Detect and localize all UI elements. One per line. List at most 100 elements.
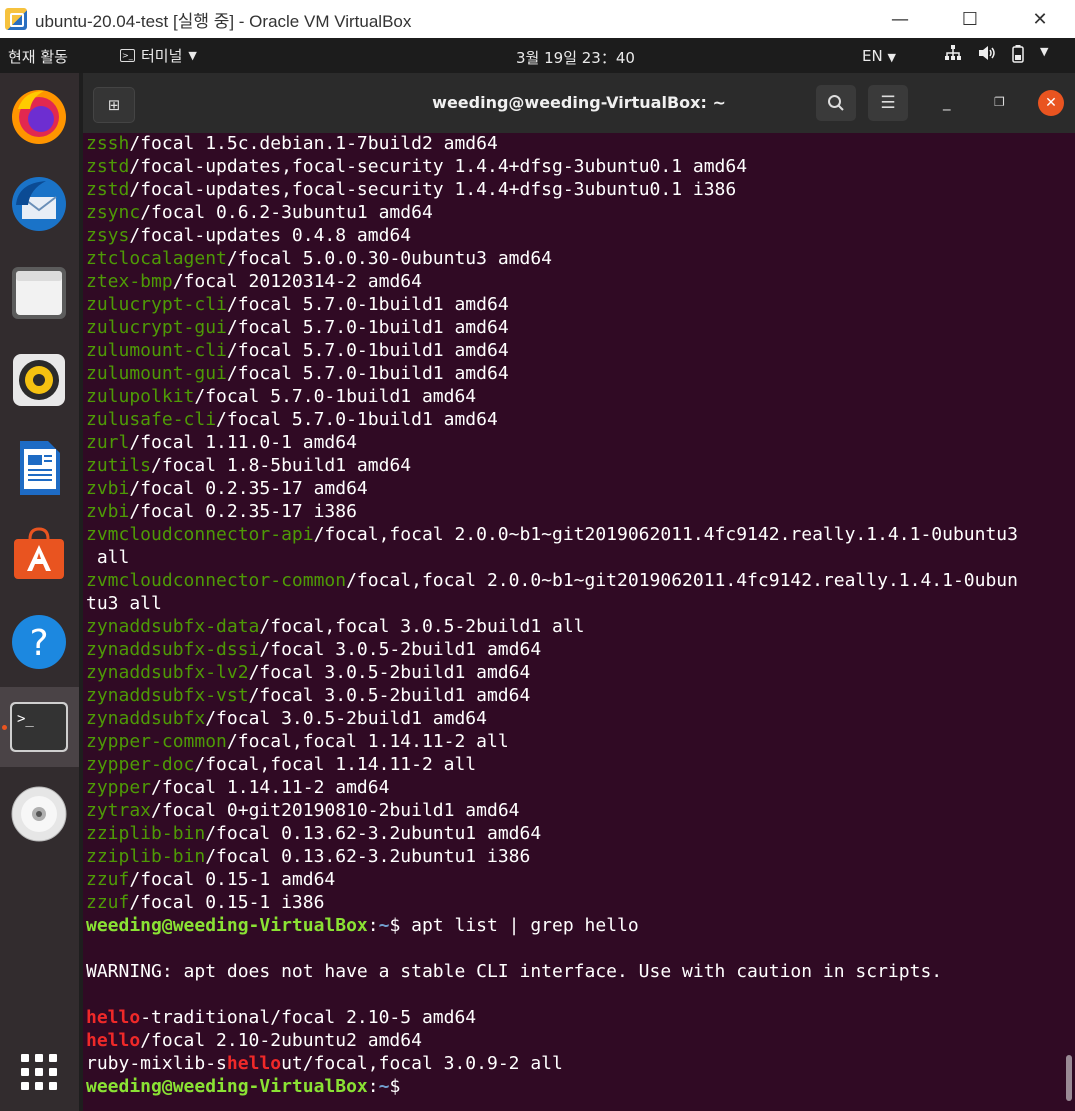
close-button[interactable]: ✕ — [1005, 0, 1075, 38]
clock-button[interactable]: 3월 19일 23：40 — [516, 47, 635, 68]
package-details: /focal,focal 2.0.0~b1~git2019062011.4fc9… — [313, 524, 1018, 545]
package-details: /focal 0.13.62-3.2ubuntu1 i386 — [205, 846, 531, 867]
package-name: zstd — [86, 156, 130, 177]
package-name: zurl — [86, 432, 130, 453]
output-line: zziplib-bin/focal 0.13.62-3.2ubuntu1 amd… — [86, 822, 1018, 845]
package-details-wrap: all — [86, 547, 130, 568]
search-button[interactable] — [816, 85, 856, 121]
terminal-output[interactable]: zssh/focal 1.5c.debian.1-7build2 amd64 zs… — [83, 133, 1075, 1111]
package-name: ztclocalagent — [86, 248, 227, 269]
app-menu-label: 터미널 — [141, 47, 183, 65]
chevron-down-icon: ▼ — [188, 49, 197, 62]
package-details: /focal 1.11.0-1 amd64 — [129, 432, 357, 453]
output-line: zulumount-gui/focal 5.7.0-1build1 amd64 — [86, 362, 1018, 385]
terminal-scrollbar[interactable] — [1066, 1055, 1072, 1101]
chevron-down-icon: ▼ — [1040, 45, 1049, 58]
prompt-line: weeding@weeding-VirtualBox:~$ apt list |… — [86, 914, 1018, 937]
dvd-icon[interactable] — [8, 783, 70, 845]
output-line: ztclocalagent/focal 5.0.0.30-0ubuntu3 am… — [86, 247, 1018, 270]
package-name: zsys — [86, 225, 130, 246]
package-name: zynaddsubfx — [86, 708, 206, 729]
dock: ? >_ — [0, 73, 79, 1111]
package-name: zzuf — [86, 892, 130, 913]
output-line: zulusafe-cli/focal 5.7.0-1build1 amd64 — [86, 408, 1018, 431]
package-details: /focal 3.0.5-2build1 amd64 — [248, 662, 531, 683]
package-details: /focal 5.0.0.30-0ubuntu3 amd64 — [226, 248, 552, 269]
output-line: zvbi/focal 0.2.35-17 i386 — [86, 500, 1018, 523]
minimize-window-button[interactable]: _ — [943, 93, 951, 111]
menu-button[interactable]: ☰ — [868, 85, 908, 121]
activities-button[interactable]: 현재 활동 — [8, 46, 68, 67]
show-apps-icon[interactable] — [8, 1041, 70, 1103]
prompt-user: weeding@weeding-VirtualBox — [86, 1076, 368, 1097]
package-name: zutils — [86, 455, 152, 476]
terminal-small-icon: >_ — [120, 49, 135, 62]
package-details: /focal,focal 1.14.11-2 all — [194, 754, 477, 775]
output-line: zynaddsubfx-lv2/focal 3.0.5-2build1 amd6… — [86, 661, 1018, 684]
package-details: /focal 0+git20190810-2build1 amd64 — [151, 800, 520, 821]
output-line: zvmcloudconnector-common/focal,focal 2.0… — [86, 569, 1018, 592]
output-line: zsys/focal-updates 0.4.8 amd64 — [86, 224, 1018, 247]
system-menu-button[interactable]: ▼ — [944, 45, 1048, 67]
package-details: /focal 5.7.0-1build1 amd64 — [226, 317, 509, 338]
software-icon[interactable] — [8, 523, 70, 585]
package-details: /focal 3.0.5-2build1 amd64 — [205, 708, 487, 729]
package-name: zsync — [86, 202, 141, 223]
package-name: zynaddsubfx-data — [86, 616, 260, 637]
package-details: /focal 5.7.0-1build1 amd64 — [226, 363, 509, 384]
files-icon[interactable] — [8, 261, 70, 323]
output-line: zulumount-cli/focal 5.7.0-1build1 amd64 — [86, 339, 1018, 362]
terminal-lines: zssh/focal 1.5c.debian.1-7build2 amd64 zs… — [86, 133, 1018, 1098]
host-window-title: ubuntu-20.04-test [실행 중] - Oracle VM Vir… — [35, 11, 412, 31]
gnome-top-bar: 현재 활동 >_ 터미널 ▼ 3월 19일 23：40 EN ▼ ▼ — [0, 38, 1075, 73]
terminal-icon[interactable]: >_ — [8, 696, 70, 758]
package-details: /focal 5.7.0-1build1 amd64 — [226, 294, 509, 315]
output-line: zynaddsubfx-dssi/focal 3.0.5-2build1 amd… — [86, 638, 1018, 661]
writer-icon[interactable] — [8, 437, 70, 499]
output-line: zynaddsubfx-vst/focal 3.0.5-2build1 amd6… — [86, 684, 1018, 707]
package-name: zypper-doc — [86, 754, 195, 775]
svg-text:>_: >_ — [17, 711, 34, 727]
network-icon — [944, 45, 962, 67]
result-suffix: ut/focal,focal 3.0.9-2 all — [281, 1053, 563, 1074]
input-method-button[interactable]: EN ▼ — [862, 47, 896, 65]
package-name: zynaddsubfx-vst — [86, 685, 249, 706]
package-name: ztex-bmp — [86, 271, 173, 292]
result-prefix: ruby-mixlib-s — [86, 1053, 227, 1074]
help-icon[interactable]: ? — [8, 611, 70, 673]
package-name: zulumount-gui — [86, 363, 227, 384]
battery-icon — [1012, 45, 1024, 67]
package-details: /focal 20120314-2 amd64 — [172, 271, 422, 292]
package-details: /focal 0.15-1 i386 — [129, 892, 325, 913]
grep-match: hello — [86, 1007, 141, 1028]
output-line: zypper/focal 1.14.11-2 amd64 — [86, 776, 1018, 799]
thunderbird-icon[interactable] — [8, 173, 70, 235]
package-name: zulumount-cli — [86, 340, 227, 361]
maximize-button[interactable]: ☐ — [935, 0, 1005, 38]
package-details: /focal,focal 1.14.11-2 all — [226, 731, 509, 752]
package-name: zstd — [86, 179, 130, 200]
minimize-button[interactable]: — — [865, 0, 935, 38]
package-details: /focal 0.6.2-3ubuntu1 amd64 — [140, 202, 433, 223]
output-line: zvbi/focal 0.2.35-17 amd64 — [86, 477, 1018, 500]
running-indicator — [2, 725, 7, 730]
package-details: /focal-updates 0.4.8 amd64 — [129, 225, 412, 246]
output-line: zssh/focal 1.5c.debian.1-7build2 amd64 — [86, 133, 1018, 155]
command-text: apt list | grep hello — [400, 915, 639, 936]
package-details: /focal 0.2.35-17 i386 — [129, 501, 357, 522]
firefox-icon[interactable] — [8, 85, 70, 147]
rhythmbox-icon[interactable] — [8, 349, 70, 411]
app-menu-button[interactable]: >_ 터미널 ▼ — [120, 45, 197, 66]
close-window-button[interactable]: ✕ — [1038, 90, 1064, 116]
package-details: /focal,focal 2.0.0~b1~git2019062011.4fc9… — [346, 570, 1018, 591]
maximize-window-button[interactable]: ❐ — [994, 95, 1005, 109]
prompt-user: weeding@weeding-VirtualBox — [86, 915, 368, 936]
output-line: zulucrypt-cli/focal 5.7.0-1build1 amd64 — [86, 293, 1018, 316]
package-details-wrap: tu3 all — [86, 593, 162, 614]
package-details: /focal 5.7.0-1build1 amd64 — [216, 409, 498, 430]
grep-result-line: ruby-mixlib-shellout/focal,focal 3.0.9-2… — [86, 1052, 1018, 1075]
output-line: zstd/focal-updates,focal-security 1.4.4+… — [86, 155, 1018, 178]
grep-match: hello — [86, 1030, 141, 1051]
host-window-titlebar: ubuntu-20.04-test [실행 중] - Oracle VM Vir… — [0, 0, 1075, 38]
